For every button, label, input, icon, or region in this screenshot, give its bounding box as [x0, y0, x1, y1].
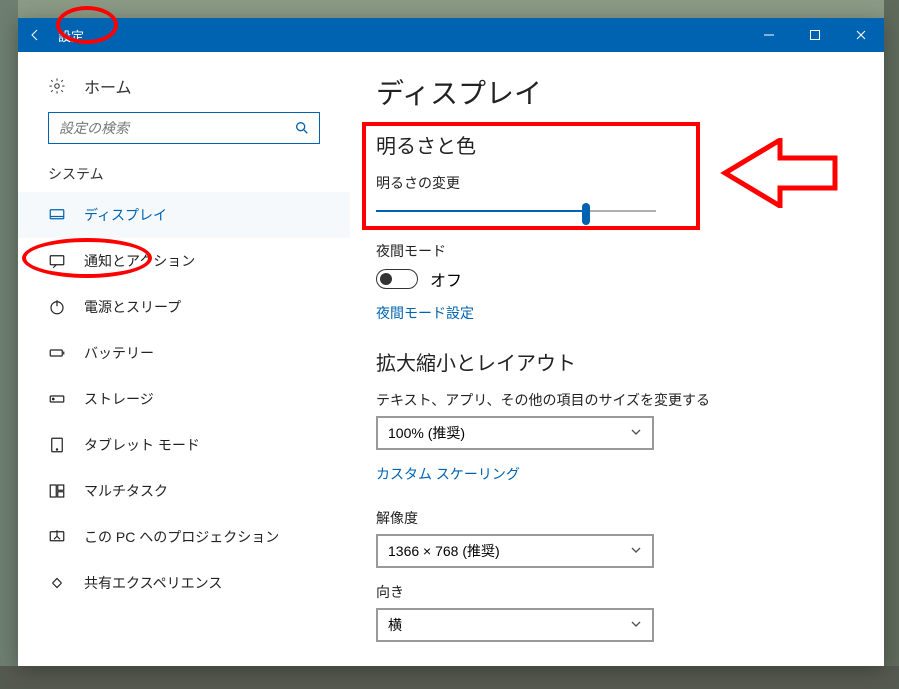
shared-icon [48, 574, 66, 592]
orientation-dropdown[interactable]: 横 [376, 608, 654, 642]
sidebar: ホーム システム ディスプレイ通知とアクション電源とスリープバッテリーストレージ… [18, 52, 350, 666]
gear-icon [48, 77, 66, 95]
search-box[interactable] [48, 112, 320, 144]
annotation-arrow [720, 138, 840, 208]
night-mode-settings-link[interactable]: 夜間モード設定 [376, 303, 474, 323]
page-title: ディスプレイ [376, 72, 858, 112]
sidebar-item-label: バッテリー [84, 343, 154, 363]
close-button[interactable] [838, 18, 884, 52]
night-mode-toggle[interactable] [376, 269, 418, 289]
resolution-value: 1366 × 768 (推奨) [388, 541, 500, 561]
section-scale-layout: 拡大縮小とレイアウト [376, 347, 858, 376]
custom-scaling-link[interactable]: カスタム スケーリング [376, 464, 520, 484]
chevron-down-icon [630, 425, 642, 441]
scale-dropdown[interactable]: 100% (推奨) [376, 416, 654, 450]
settings-window: 設定 ホーム シス [18, 18, 884, 666]
search-input[interactable] [49, 120, 285, 136]
sidebar-item-label: この PC へのプロジェクション [84, 527, 279, 547]
scale-value: 100% (推奨) [388, 423, 465, 443]
minimize-button[interactable] [746, 18, 792, 52]
sidebar-item-label: マルチタスク [84, 481, 168, 501]
multitask-icon [48, 482, 66, 500]
sidebar-item-label: 通知とアクション [84, 251, 195, 271]
sidebar-item-storage[interactable]: ストレージ [18, 376, 350, 422]
home-label: ホーム [84, 74, 132, 98]
sidebar-item-shared[interactable]: 共有エクスペリエンス [18, 560, 350, 606]
orientation-label: 向き [376, 582, 858, 602]
scale-label: テキスト、アプリ、その他の項目のサイズを変更する [376, 390, 858, 410]
sidebar-item-projection[interactable]: この PC へのプロジェクション [18, 514, 350, 560]
chevron-down-icon [630, 543, 642, 559]
sidebar-nav: ディスプレイ通知とアクション電源とスリープバッテリーストレージタブレット モード… [18, 192, 350, 606]
search-icon [285, 120, 319, 136]
power-icon [48, 298, 66, 316]
brightness-slider[interactable] [376, 199, 656, 223]
home-link[interactable]: ホーム [18, 74, 350, 112]
maximize-button[interactable] [792, 18, 838, 52]
sidebar-item-tablet[interactable]: タブレット モード [18, 422, 350, 468]
battery-icon [48, 344, 66, 362]
sidebar-item-label: タブレット モード [84, 435, 200, 455]
window-title: 設定 [52, 26, 90, 45]
sidebar-item-multitask[interactable]: マルチタスク [18, 468, 350, 514]
night-mode-label: 夜間モード [376, 241, 858, 261]
projection-icon [48, 528, 66, 546]
sidebar-item-display[interactable]: ディスプレイ [18, 192, 350, 238]
back-button[interactable] [18, 18, 52, 52]
sidebar-item-power[interactable]: 電源とスリープ [18, 284, 350, 330]
monitor-icon [48, 206, 66, 224]
sidebar-item-label: 電源とスリープ [84, 297, 181, 317]
chevron-down-icon [630, 617, 642, 633]
sidebar-item-label: ディスプレイ [84, 205, 167, 225]
storage-icon [48, 390, 66, 408]
sidebar-group-header: システム [18, 164, 350, 192]
tablet-icon [48, 436, 66, 454]
orientation-value: 横 [388, 615, 402, 635]
sidebar-item-battery[interactable]: バッテリー [18, 330, 350, 376]
sidebar-item-label: ストレージ [84, 389, 154, 409]
resolution-dropdown[interactable]: 1366 × 768 (推奨) [376, 534, 654, 568]
sidebar-item-label: 共有エクスペリエンス [84, 573, 222, 593]
titlebar: 設定 [18, 18, 884, 52]
message-icon [48, 252, 66, 270]
night-mode-state: オフ [430, 267, 462, 291]
resolution-label: 解像度 [376, 508, 858, 528]
sidebar-item-notify[interactable]: 通知とアクション [18, 238, 350, 284]
